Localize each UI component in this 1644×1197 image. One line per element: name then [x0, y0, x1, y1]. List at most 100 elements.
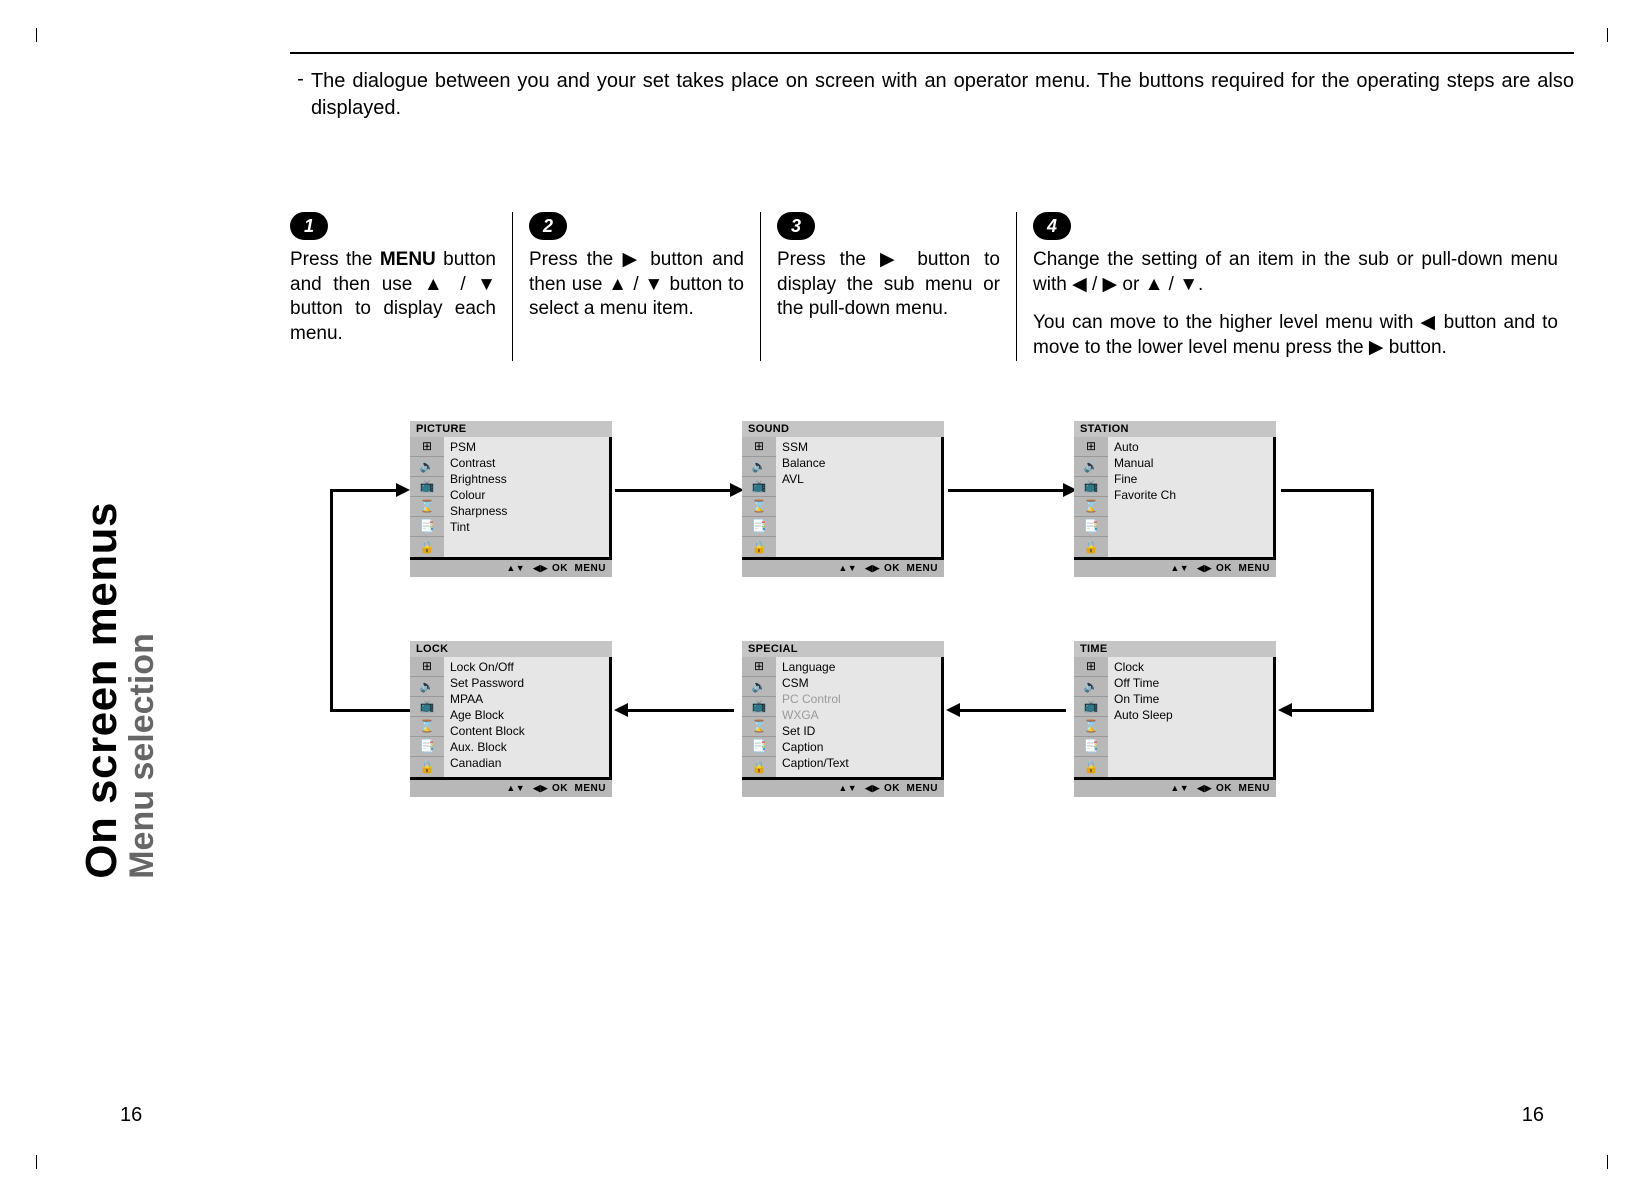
menu-item: Off Time — [1114, 675, 1267, 691]
menu-lock: LOCK⊞🔈📺⌛📑🔒Lock On/OffSet PasswordMPAAAge… — [410, 641, 612, 797]
step-badge: 3 — [777, 212, 815, 240]
menu-category-icon: 🔈 — [410, 677, 444, 697]
menu-item: Auto — [1114, 439, 1267, 455]
step-4: 4 Change the setting of an item in the s… — [1016, 212, 1574, 361]
menu-title: SPECIAL — [742, 641, 944, 657]
menu-category-icon: 📺 — [1074, 697, 1108, 717]
menu-sound: SOUND⊞🔈📺⌛📑🔒SSMBalanceAVL▲▼◀▶OK MENU — [742, 421, 944, 577]
footer-menu: MENU — [575, 563, 606, 574]
menu-title: TIME — [1074, 641, 1276, 657]
menu-footer: ▲▼◀▶OK MENU — [1074, 780, 1276, 797]
menu-item: Clock — [1114, 659, 1267, 675]
menu-icon-column: ⊞🔈📺⌛📑🔒 — [1074, 437, 1108, 557]
leftright-icon: ◀▶ — [533, 783, 548, 793]
menu-category-icon: ⊞ — [410, 657, 444, 677]
menu-item: Language — [782, 659, 935, 675]
menu-footer: ▲▼◀▶OK MENU — [1074, 560, 1276, 577]
crop-mark — [36, 28, 50, 42]
menu-item: CSM — [782, 675, 935, 691]
step-text: Change the setting of an item in the sub… — [1033, 248, 1558, 297]
steps-row: 1 Press the MENU button and then use ▲ /… — [290, 212, 1574, 361]
menu-category-icon: ⊞ — [742, 437, 776, 457]
menu-category-icon: ⌛ — [1074, 497, 1108, 517]
page-subtitle: Menu selection — [123, 502, 162, 879]
arrow-right-icon — [396, 483, 410, 497]
menu-icon-column: ⊞🔈📺⌛📑🔒 — [742, 657, 776, 777]
menu-category-icon: 🔒 — [742, 537, 776, 557]
intro-block: - The dialogue between you and your set … — [290, 52, 1574, 122]
menu-item: On Time — [1114, 691, 1267, 707]
menu-category-icon: 📺 — [742, 477, 776, 497]
menu-footer: ▲▼◀▶OK MENU — [742, 780, 944, 797]
leftright-icon: ◀▶ — [865, 563, 880, 573]
menu-item: PC Control — [782, 691, 935, 707]
menu-item: Caption — [782, 739, 935, 755]
menu-item-column: AutoManualFineFavorite Ch — [1108, 437, 1273, 557]
menu-category-icon: 📺 — [742, 697, 776, 717]
menu-category-icon: ⌛ — [410, 717, 444, 737]
menu-body: ⊞🔈📺⌛📑🔒AutoManualFineFavorite Ch — [1074, 437, 1276, 560]
menu-body: ⊞🔈📺⌛📑🔒Lock On/OffSet PasswordMPAAAge Blo… — [410, 657, 612, 780]
menu-category-icon: 🔈 — [1074, 677, 1108, 697]
crop-mark — [1594, 1155, 1608, 1169]
menu-category-icon: 📑 — [742, 517, 776, 537]
leftright-icon: ◀▶ — [533, 563, 548, 573]
intro-dash: - — [290, 68, 311, 122]
flow-line — [330, 489, 398, 492]
updown-icon: ▲▼ — [838, 563, 857, 573]
menu-category-icon: 📑 — [1074, 517, 1108, 537]
menu-footer: ▲▼ ◀▶ OK MENU — [410, 560, 612, 577]
menu-item: Sharpness — [450, 503, 603, 519]
menu-category-icon: 🔈 — [410, 457, 444, 477]
menu-category-icon: 📺 — [1074, 477, 1108, 497]
crop-mark — [1594, 28, 1608, 42]
menu-item: WXGA — [782, 707, 935, 723]
menu-item: Balance — [782, 455, 935, 471]
menu-item: Contrast — [450, 455, 603, 471]
menu-category-icon: 📺 — [410, 477, 444, 497]
flow-line — [330, 709, 410, 712]
menu-item: PSM — [450, 439, 603, 455]
menu-item: SSM — [782, 439, 935, 455]
footer-ok: OK — [552, 563, 568, 574]
footer-ok: OK — [884, 783, 900, 794]
menu-footer: ▲▼◀▶OK MENU — [410, 780, 612, 797]
menu-title: PICTURE — [410, 421, 612, 437]
footer-ok: OK — [1216, 563, 1232, 574]
menu-category-icon: 🔈 — [742, 457, 776, 477]
menu-category-icon: ⌛ — [410, 497, 444, 517]
menu-category-icon: ⊞ — [1074, 437, 1108, 457]
menu-category-icon: 🔈 — [1074, 457, 1108, 477]
step-text: Press the ▶ button to display the sub me… — [777, 248, 1000, 322]
menu-category-icon: ⊞ — [410, 437, 444, 457]
content: - The dialogue between you and your set … — [290, 52, 1584, 1137]
menu-body: ⊞🔈📺⌛📑🔒 LanguageCSMPC ControlWXGASet IDCap… — [742, 657, 944, 780]
menu-category-icon: ⌛ — [742, 717, 776, 737]
menu-icon-column: ⊞🔈📺⌛📑🔒 — [1074, 657, 1108, 777]
menu-category-icon: 🔈 — [742, 677, 776, 697]
page-number: 16 — [120, 1104, 142, 1127]
menu-item-column: ClockOff TimeOn TimeAuto Sleep — [1108, 657, 1273, 777]
menu-item: Set ID — [782, 723, 935, 739]
updown-icon: ▲▼ — [1170, 783, 1189, 793]
menu-icon-column: ⊞🔈📺⌛📑🔒 — [742, 437, 776, 557]
leftright-icon: ◀▶ — [1197, 563, 1212, 573]
updown-icon: ▲▼ — [506, 563, 525, 573]
menu-item: Content Block — [450, 723, 603, 739]
menu-category-icon: 📑 — [410, 517, 444, 537]
menu-item: AVL — [782, 471, 935, 487]
menu-footer: ▲▼◀▶OK MENU — [742, 560, 944, 577]
menu-category-icon: 🔒 — [1074, 757, 1108, 777]
menu-category-icon: 🔒 — [742, 757, 776, 777]
menu-body: ⊞🔈📺⌛📑🔒ClockOff TimeOn TimeAuto Sleep — [1074, 657, 1276, 780]
menu-category-icon: 📺 — [410, 697, 444, 717]
menu-title: LOCK — [410, 641, 612, 657]
footer-menu: MENU — [575, 783, 606, 794]
menu-station: STATION⊞🔈📺⌛📑🔒AutoManualFineFavorite Ch▲▼… — [1074, 421, 1276, 577]
step-badge: 1 — [290, 212, 328, 240]
crop-mark — [36, 1155, 50, 1169]
menu-item: Lock On/Off — [450, 659, 603, 675]
menu-category-icon: ⊞ — [742, 657, 776, 677]
menu-item: Manual — [1114, 455, 1267, 471]
step-badge: 2 — [529, 212, 567, 240]
